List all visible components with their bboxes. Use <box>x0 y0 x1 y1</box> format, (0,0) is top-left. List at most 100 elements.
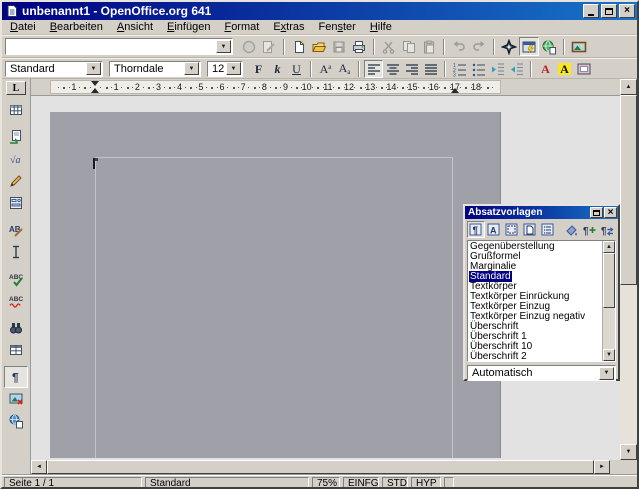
style-filter-combobox[interactable]: Automatisch ▼ <box>467 365 616 381</box>
data-sources-button[interactable] <box>4 339 28 361</box>
minimize-button[interactable] <box>583 4 599 18</box>
horizontal-scrollbar[interactable]: ◄ ► <box>31 460 620 474</box>
new-document-button[interactable] <box>289 37 309 56</box>
subscript-button[interactable]: Aa <box>335 60 354 78</box>
style-scroll-down-button[interactable]: ▼ <box>603 349 615 361</box>
superscript-button[interactable]: Aa <box>316 60 335 78</box>
align-left-button[interactable] <box>364 60 383 78</box>
font-name-combobox[interactable]: Thorndale ▼ <box>109 61 201 77</box>
menu-hilfe[interactable]: Hilfe <box>363 20 399 34</box>
paragraph-background-button[interactable] <box>574 60 593 78</box>
scroll-up-button[interactable]: ▲ <box>620 79 637 95</box>
stylist-close-button[interactable]: × <box>604 207 617 218</box>
status-hyperlink-mode[interactable]: HYP <box>411 477 441 489</box>
numbering-button[interactable]: 123 <box>450 60 469 78</box>
autospellcheck-button[interactable]: ABC <box>4 290 28 312</box>
find-replace-button[interactable] <box>4 317 28 339</box>
first-line-indent-marker[interactable] <box>91 81 99 86</box>
status-zoom-level[interactable]: 75% <box>312 477 340 489</box>
highlighting-button[interactable]: A <box>555 60 574 78</box>
filter-dropdown-button[interactable]: ▼ <box>599 367 614 380</box>
align-center-button[interactable] <box>383 60 402 78</box>
url-dropdown-button[interactable]: ▼ <box>216 40 231 53</box>
print-button[interactable] <box>349 37 369 56</box>
navigator-button[interactable] <box>499 37 519 56</box>
style-list-scrollbar[interactable]: ▲ ▼ <box>602 241 615 361</box>
numbering-styles-button[interactable] <box>539 221 557 238</box>
style-scroll-track[interactable] <box>603 308 615 349</box>
insert-table-button[interactable] <box>4 99 28 121</box>
edit-file-button[interactable] <box>259 37 279 56</box>
scroll-down-button[interactable]: ▼ <box>620 444 637 460</box>
status-page-style[interactable]: Standard <box>145 477 309 489</box>
status-selection-mode[interactable]: STD <box>382 477 408 489</box>
undo-button[interactable] <box>449 37 469 56</box>
font-dropdown-button[interactable]: ▼ <box>184 62 199 75</box>
app-menu-icon[interactable] <box>4 4 19 18</box>
left-indent-marker[interactable] <box>91 88 99 93</box>
online-layout-button[interactable] <box>4 410 28 432</box>
style-scroll-thumb[interactable] <box>603 253 615 308</box>
save-document-button[interactable] <box>329 37 349 56</box>
increase-indent-button[interactable] <box>507 60 526 78</box>
open-document-button[interactable] <box>309 37 329 56</box>
menu-bearbeiten[interactable]: Bearbeiten <box>43 20 110 34</box>
status-page-indicator[interactable]: Seite 1 / 1 <box>4 477 142 489</box>
paragraph-style-combobox[interactable]: Standard ▼ <box>5 61 103 77</box>
stylist-dock-button[interactable] <box>590 207 603 218</box>
direct-cursor-button[interactable] <box>4 241 28 263</box>
style-list-item[interactable]: Überschrift 2 <box>469 352 602 361</box>
align-right-button[interactable] <box>402 60 421 78</box>
scroll-right-button[interactable]: ► <box>594 460 610 474</box>
autotext-button[interactable]: AB <box>4 219 28 241</box>
redo-button[interactable] <box>469 37 489 56</box>
decrease-indent-button[interactable] <box>488 60 507 78</box>
bold-button[interactable]: F <box>249 60 268 78</box>
menu-format[interactable]: Format <box>217 20 266 34</box>
nonprinting-characters-button[interactable]: ¶ <box>4 366 28 388</box>
vertical-scroll-thumb[interactable] <box>620 95 637 285</box>
size-dropdown-button[interactable]: ▼ <box>226 62 241 75</box>
url-combobox[interactable]: ▼ <box>5 38 233 55</box>
frame-styles-button[interactable] <box>503 221 521 238</box>
close-button[interactable]: × <box>619 4 635 18</box>
character-styles-button[interactable]: A <box>485 221 503 238</box>
gallery-button[interactable] <box>569 37 589 56</box>
bullets-button[interactable] <box>469 60 488 78</box>
menu-einfuegen[interactable]: Einfügen <box>160 20 217 34</box>
form-functions-button[interactable] <box>4 192 28 214</box>
vertical-scroll-track[interactable] <box>620 285 637 444</box>
style-dropdown-button[interactable]: ▼ <box>86 62 101 75</box>
spellcheck-button[interactable]: ABC <box>4 268 28 290</box>
align-justify-button[interactable] <box>421 60 440 78</box>
cut-button[interactable] <box>379 37 399 56</box>
menu-extras[interactable]: Extras <box>266 20 311 34</box>
horizontal-ruler[interactable]: 1123456789101112131415161718 <box>31 79 620 96</box>
copy-button[interactable] <box>399 37 419 56</box>
style-scroll-up-button[interactable]: ▲ <box>603 241 615 253</box>
insert-fields-button[interactable] <box>4 126 28 148</box>
italic-button[interactable]: k <box>268 60 287 78</box>
menu-ansicht[interactable]: Ansicht <box>110 20 160 34</box>
maximize-button[interactable] <box>601 4 617 18</box>
font-color-button[interactable]: A <box>536 60 555 78</box>
paste-button[interactable] <box>419 37 439 56</box>
stylist-title-bar[interactable]: Absatzvorlagen × <box>465 206 618 219</box>
draw-functions-button[interactable] <box>4 170 28 192</box>
graphics-toggle-button[interactable] <box>4 388 28 410</box>
status-insert-mode[interactable]: EINFG <box>343 477 379 489</box>
document-page[interactable] <box>50 112 501 458</box>
stop-loading-button[interactable] <box>239 37 259 56</box>
update-style-button[interactable]: ¶ <box>598 221 616 238</box>
stylist-button[interactable] <box>519 37 539 56</box>
scroll-left-button[interactable]: ◄ <box>31 460 47 474</box>
new-style-button[interactable]: ¶ <box>580 221 598 238</box>
page-styles-button[interactable] <box>521 221 539 238</box>
menu-datei[interactable]: Datei <box>3 20 43 34</box>
paragraph-styles-button[interactable]: ¶ <box>467 221 485 238</box>
underline-button[interactable]: U <box>287 60 306 78</box>
menu-fenster[interactable]: Fenster <box>312 20 363 34</box>
font-size-combobox[interactable]: 12 ▼ <box>207 61 243 77</box>
vertical-scrollbar[interactable]: ▲ ▼ <box>620 79 637 474</box>
hyperlink-dialog-button[interactable] <box>539 37 559 56</box>
